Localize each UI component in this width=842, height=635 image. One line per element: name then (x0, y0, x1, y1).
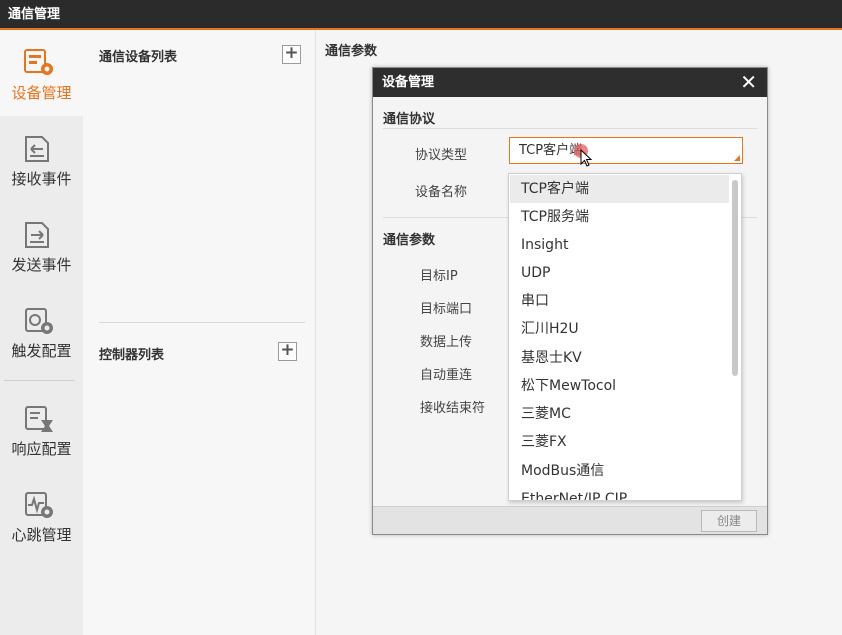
param-label-auto-reconnect: 自动重连 (420, 368, 473, 383)
dropdown-option[interactable]: 汇川H2U (510, 315, 729, 343)
param-label-data-upload: 数据上传 (420, 335, 473, 350)
dropdown-option[interactable]: UDP (510, 259, 729, 287)
sidebar-item-label: 设备管理 (11, 84, 72, 102)
receive-event-icon (25, 136, 49, 162)
dropdown-option[interactable]: 串口 (510, 287, 729, 315)
sidebar: 设备管理 接收事件 发送事件 触发配置 响应配置 心跳管理 (0, 30, 83, 635)
dialog-footer: 创建 (373, 506, 767, 534)
add-device-button[interactable]: + (282, 45, 301, 64)
close-icon[interactable]: ✕ (740, 68, 757, 96)
main-title: 通信参数 (325, 44, 378, 59)
param-label-target-ip: 目标IP (420, 269, 458, 284)
dropdown-option[interactable]: 基恩士KV (510, 344, 729, 372)
protocol-type-label: 协议类型 (415, 148, 468, 163)
dropdown-arrow-icon (734, 155, 740, 161)
device-list-panel: 通信设备列表 + 控制器列表 + (83, 30, 316, 635)
dropdown-scrollbar[interactable] (732, 180, 738, 376)
sidebar-item-heartbeat-manage[interactable]: 心跳管理 (0, 472, 83, 558)
params-section-title: 通信参数 (383, 233, 436, 248)
section-divider (383, 128, 757, 129)
protocol-section-title: 通信协议 (383, 112, 436, 127)
protocol-type-value: TCP客户端 (519, 143, 583, 158)
sidebar-divider (4, 380, 75, 381)
sidebar-item-receive-event[interactable]: 接收事件 (0, 116, 83, 202)
dropdown-option[interactable]: ModBus通信 (510, 457, 729, 485)
sidebar-item-response-config[interactable]: 响应配置 (0, 386, 83, 472)
dropdown-option[interactable]: EtherNet/IP CIP (510, 485, 729, 500)
param-label-target-port: 目标端口 (420, 302, 473, 317)
dropdown-option[interactable]: TCP客户端 (510, 175, 729, 203)
panel-divider (99, 322, 305, 323)
dropdown-option[interactable]: 三菱MC (510, 400, 729, 428)
sidebar-item-label: 心跳管理 (11, 526, 72, 544)
dropdown-option[interactable]: 三菱FX (510, 428, 729, 456)
sidebar-item-label: 触发配置 (11, 342, 72, 360)
controller-list-title: 控制器列表 (99, 348, 165, 363)
dropdown-option[interactable]: Insight (510, 231, 729, 259)
dialog-title: 设备管理 (373, 68, 767, 97)
device-name-label: 设备名称 (415, 185, 468, 200)
mouse-cursor-icon (580, 149, 592, 167)
device-manage-icon (24, 49, 53, 75)
protocol-type-select[interactable]: TCP客户端 (509, 137, 743, 167)
send-event-icon (25, 222, 49, 248)
sidebar-item-label: 接收事件 (11, 170, 72, 188)
dropdown-option[interactable]: 松下MewTocol (510, 372, 729, 400)
sidebar-item-label: 发送事件 (11, 256, 72, 274)
dropdown-option[interactable]: TCP服务端 (510, 203, 729, 231)
sidebar-item-label: 响应配置 (11, 440, 72, 458)
create-button[interactable]: 创建 (701, 510, 757, 532)
sidebar-item-trigger-config[interactable]: 触发配置 (0, 288, 83, 374)
heartbeat-manage-icon (25, 492, 53, 518)
response-config-icon (25, 406, 53, 432)
device-list-title: 通信设备列表 (99, 50, 178, 65)
param-label-recv-terminator: 接收结束符 (420, 401, 486, 416)
sidebar-item-send-event[interactable]: 发送事件 (0, 202, 83, 288)
sidebar-item-device-manage[interactable]: 设备管理 (0, 30, 83, 116)
window-title: 通信管理 (0, 0, 842, 30)
trigger-config-icon (25, 308, 53, 334)
add-controller-button[interactable]: + (278, 342, 297, 361)
protocol-dropdown-list[interactable]: TCP客户端 TCP服务端 Insight UDP 串口 汇川H2U 基恩士KV… (508, 173, 742, 501)
